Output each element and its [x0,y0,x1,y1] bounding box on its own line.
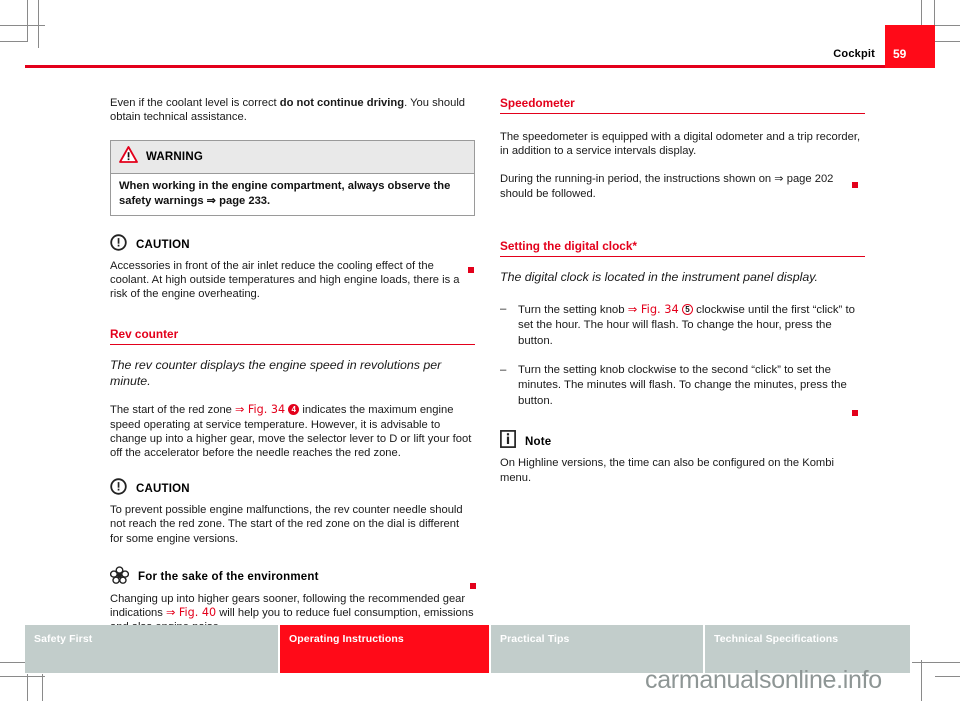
environment-figure-reference[interactable]: ⇒ Fig. 40 [166,606,216,619]
crop-mark-top-left-vertical-b [27,0,28,42]
crop-mark-bottom-left-horizontal-b [0,676,45,677]
clock-step-2: – Turn the setting knob clockwise to the … [500,363,865,410]
warning-label: WARNING [146,151,203,164]
caution-block-2: CAUTION To prevent possible engine malfu… [110,478,475,546]
section-heading-digital-clock: Setting the digital clock* [500,239,865,257]
crop-mark-bottom-left-horizontal-a [0,662,28,663]
caution-body-1: Accessories in front of the air inlet re… [110,259,475,302]
clock-step-2-dash: – [500,363,507,376]
end-of-section-marker-1 [468,267,474,273]
end-of-section-marker-3 [852,182,858,188]
crop-mark-bottom-left-vertical-b [42,674,43,701]
caution-body-2: To prevent possible engine malfunctions,… [110,504,463,545]
warning-box: WARNING When working in the engine compa… [110,140,475,216]
crop-mark-top-left-horizontal-a [0,25,45,26]
caution-label-1: CAUTION [136,238,190,251]
rev-counter-body-part1: The start of the red zone [110,404,235,417]
caution-header-2: CAUTION [110,478,475,500]
note-body: On Highline versions, the time can also … [500,457,834,484]
footer-tab-operating-instructions[interactable]: Operating Instructions [280,625,489,673]
rev-counter-body: The start of the red zone ⇒ Fig. 34 4 in… [110,403,475,460]
caution-block-1: CAUTION Accessories in front of the air … [110,234,475,302]
section-heading-speedometer: Speedometer [500,96,865,114]
caution-body-1-text: Accessories in front of the air inlet re… [110,259,460,301]
header-rule [25,65,910,68]
right-column: Speedometer The speedometer is equipped … [500,96,865,485]
rev-counter-lead-in: The rev counter displays the engine spee… [110,358,442,389]
rev-counter-callout-number: 4 [288,404,300,416]
crop-mark-top-right-horizontal-b [935,41,960,42]
note-label: Note [525,435,552,448]
watermark: carmanualsonline.info [645,666,882,694]
clock-step-2-part1: Turn the setting knob clockwise to the s… [518,363,847,407]
warning-header: WARNING [111,141,474,175]
end-of-section-marker-2 [470,583,476,589]
caution-label-2: CAUTION [136,483,190,496]
clock-step-1-dash: – [500,302,507,315]
crop-mark-top-left-horizontal-b [0,41,28,42]
note-header: Note [500,430,865,453]
environment-label: For the sake of the environment [138,571,319,584]
caution-header-1: CAUTION [110,234,475,256]
clock-step-1-callout-number: 5 [681,303,693,315]
left-column: Even if the coolant level is correct do … [109,96,476,634]
crop-mark-bottom-right-vertical [921,660,922,701]
footer-tab-safety-first[interactable]: Safety First [25,625,278,673]
section-heading-rev-counter: Rev counter [110,327,475,346]
clock-step-1: – Turn the setting knob ⇒ Fig. 34 5 clock… [500,302,865,350]
crop-mark-bottom-right-horizontal-b [935,676,960,677]
page-number: 59 [893,47,907,61]
intro-text-before: Even if the coolant level is correct [110,97,280,109]
clock-lead-in: The digital clock is located in the inst… [500,269,818,284]
caution-exclamation-icon [110,478,127,500]
caution-exclamation-icon [110,234,127,256]
intro-text-bold: do not continue driving [279,97,405,109]
clock-step-1-figure-reference[interactable]: ⇒ Fig. 34 [628,302,679,316]
crop-mark-top-left-vertical [38,0,39,48]
crop-mark-top-right-vertical-b [934,0,935,26]
speedometer-paragraph-2: During the running-in period, the instru… [500,173,834,200]
crop-mark-bottom-left-vertical [27,674,28,701]
info-note-icon [500,430,516,453]
warning-body: When working in the engine compartment, … [119,180,451,207]
page-title: Cockpit [833,48,875,60]
note-block: Note On Highline versions, the time can … [500,430,865,484]
intro-paragraph: Even if the coolant level is correct do … [110,96,475,124]
flower-environment-icon [109,566,130,589]
environment-header: For the sake of the environment [109,566,475,589]
end-of-section-marker-4 [852,410,858,416]
warning-triangle-icon [119,146,138,168]
clock-step-1-part1: Turn the setting knob [518,303,628,316]
crop-mark-bottom-right-horizontal-a [912,662,960,663]
speedometer-paragraph-1: The speedometer is equipped with a digit… [500,131,861,158]
rev-counter-figure-reference[interactable]: ⇒ Fig. 34 [235,403,285,416]
